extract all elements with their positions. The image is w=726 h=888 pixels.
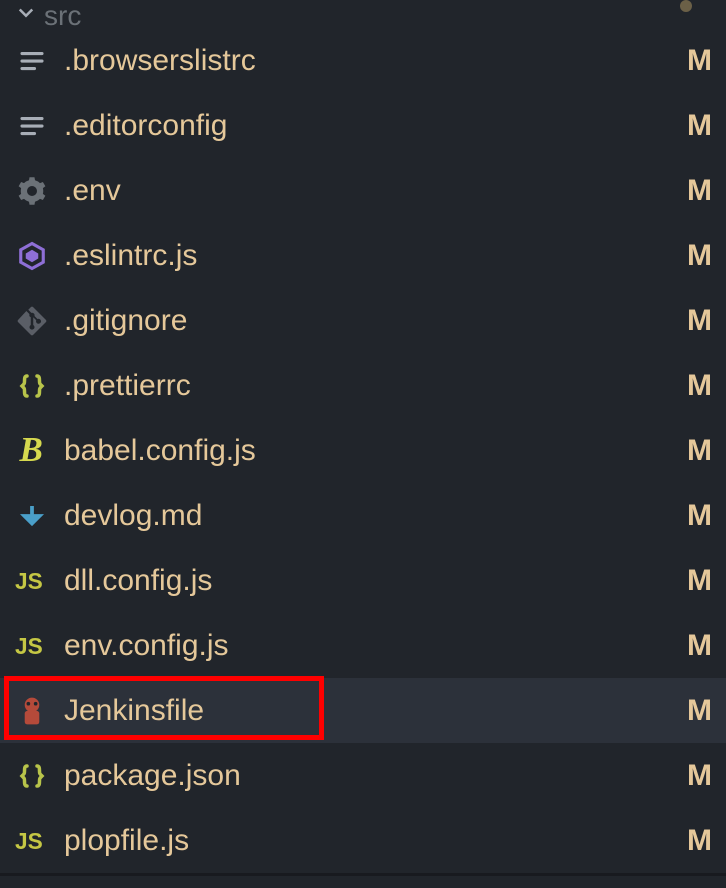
file-label: plopfile.js [64, 824, 687, 858]
file-prettierrc[interactable]: .prettierrc M [0, 353, 726, 418]
svg-text:JS: JS [15, 827, 43, 853]
gear-icon [14, 173, 50, 209]
git-status-badge: M [687, 109, 712, 143]
braces-icon [14, 758, 50, 794]
git-status-badge: M [687, 759, 712, 793]
folder-status-dot [680, 0, 692, 12]
file-label: .eslintrc.js [64, 239, 687, 273]
file-label: package.json [64, 759, 687, 793]
svg-text:JS: JS [15, 567, 43, 593]
eslint-icon [14, 238, 50, 274]
svg-text:B: B [19, 433, 43, 469]
js-icon: JS [14, 628, 50, 664]
git-status-badge: M [687, 174, 712, 208]
file-label: .editorconfig [64, 109, 687, 143]
file-jenkinsfile[interactable]: Jenkinsfile M [0, 678, 726, 743]
file-eslintrc[interactable]: .eslintrc.js M [0, 223, 726, 288]
jenkins-icon [14, 693, 50, 729]
file-env-config[interactable]: JS env.config.js M [0, 613, 726, 678]
js-icon: JS [14, 563, 50, 599]
partial-next-row [0, 876, 726, 888]
file-label: .browserslistrc [64, 44, 687, 78]
git-status-badge: M [687, 499, 712, 533]
git-icon [14, 303, 50, 339]
git-status-badge: M [687, 369, 712, 403]
folder-label: src [44, 0, 680, 28]
git-status-badge: M [687, 824, 712, 858]
file-label: env.config.js [64, 629, 687, 663]
lines-icon [14, 43, 50, 79]
git-status-badge: M [687, 564, 712, 598]
file-label: Jenkinsfile [64, 694, 687, 728]
js-icon: JS [14, 823, 50, 859]
file-label: .prettierrc [64, 369, 687, 403]
folder-src[interactable]: src [0, 0, 726, 28]
svg-text:JS: JS [15, 632, 43, 658]
file-devlog[interactable]: devlog.md M [0, 483, 726, 548]
file-tree: src .browserslistrc M .editorconfig M .e… [0, 0, 726, 888]
braces-icon [14, 368, 50, 404]
file-browserslistrc[interactable]: .browserslistrc M [0, 28, 726, 93]
git-status-badge: M [687, 44, 712, 78]
file-label: .env [64, 174, 687, 208]
git-status-badge: M [687, 304, 712, 338]
markdown-icon [14, 498, 50, 534]
file-plopfile[interactable]: JS plopfile.js M [0, 808, 726, 873]
file-editorconfig[interactable]: .editorconfig M [0, 93, 726, 158]
git-status-badge: M [687, 434, 712, 468]
file-label: dll.config.js [64, 564, 687, 598]
git-status-badge: M [687, 629, 712, 663]
git-status-badge: M [687, 239, 712, 273]
lines-icon [14, 108, 50, 144]
babel-icon: B [14, 433, 50, 469]
chevron-down-icon [14, 0, 38, 24]
file-package-json[interactable]: package.json M [0, 743, 726, 808]
file-label: devlog.md [64, 499, 687, 533]
file-gitignore[interactable]: .gitignore M [0, 288, 726, 353]
file-label: .gitignore [64, 304, 687, 338]
file-babel-config[interactable]: B babel.config.js M [0, 418, 726, 483]
file-dll-config[interactable]: JS dll.config.js M [0, 548, 726, 613]
git-status-badge: M [687, 694, 712, 728]
file-label: babel.config.js [64, 434, 687, 468]
file-env[interactable]: .env M [0, 158, 726, 223]
